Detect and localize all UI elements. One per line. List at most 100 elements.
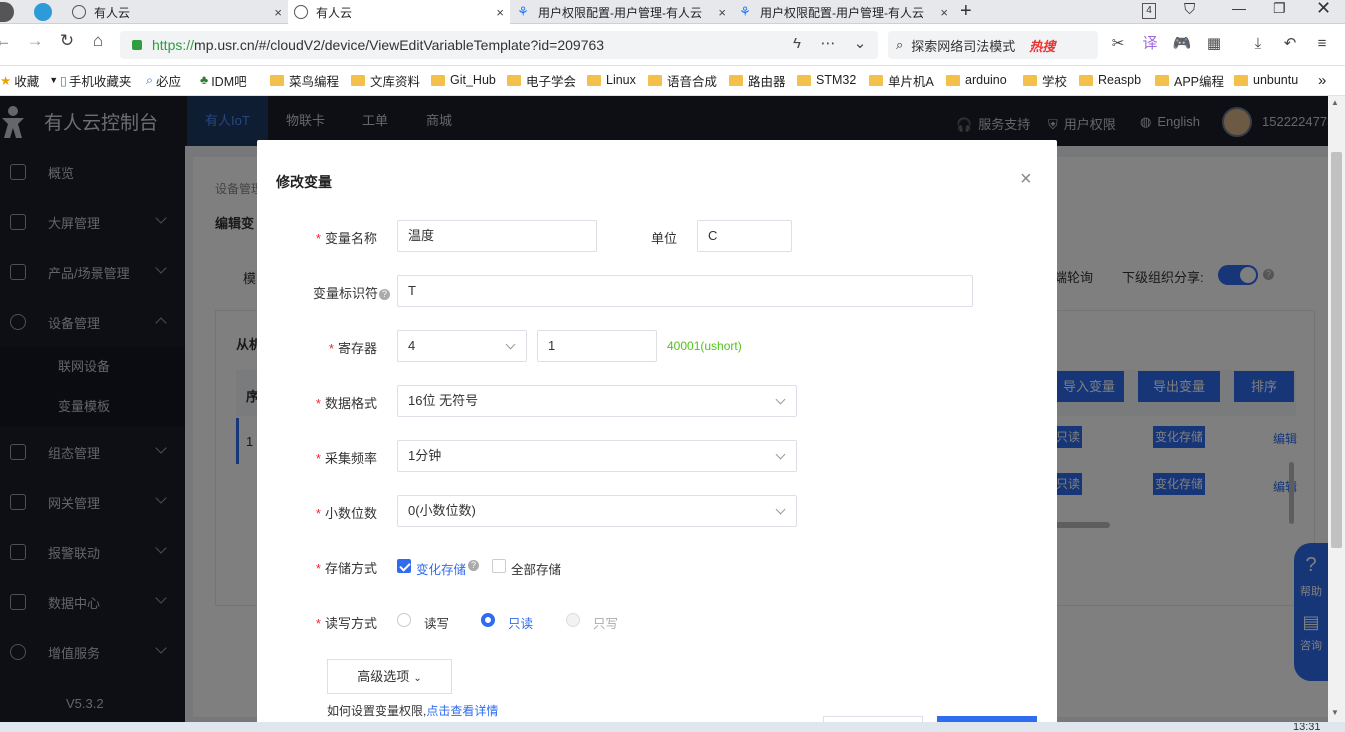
close-icon[interactable]: × [1020, 168, 1032, 191]
label-text: 数据格式 [325, 396, 377, 411]
bookmark-folder[interactable]: Linux [587, 71, 636, 89]
browser-tab-4[interactable]: ⚘ 用户权限配置-用户管理-有人云 × [732, 0, 954, 24]
tab-close-icon[interactable]: × [496, 5, 504, 20]
apps-grid-icon[interactable]: ▦ [1204, 34, 1224, 54]
dialog-title: 修改变量 [276, 172, 332, 192]
minimize-button[interactable]: — [1232, 0, 1246, 16]
tab-close-icon[interactable]: × [940, 5, 948, 20]
bookmark-label: arduino [965, 73, 1007, 87]
download-icon[interactable]: ⤓ [1248, 34, 1268, 54]
gamepad-icon[interactable]: 🎮 [1172, 34, 1192, 54]
advanced-options-button[interactable]: 高级选项⌄ [327, 659, 452, 694]
bookmarks-more-button[interactable]: » [1318, 71, 1326, 89]
close-window-button[interactable]: ✕ [1316, 0, 1331, 19]
bookmark-folder[interactable]: 路由器 [729, 71, 786, 89]
forward-button[interactable]: → [24, 30, 46, 52]
decimal-places-select[interactable]: 0(小数位数) [397, 495, 797, 527]
read-write-radio[interactable] [397, 613, 411, 627]
folder-icon [270, 75, 284, 86]
storage-change-label[interactable]: 变化存储 [416, 559, 466, 578]
bookmark-folder[interactable]: 电子学会 [507, 71, 576, 89]
details-link[interactable]: 点击查看详情 [426, 704, 498, 718]
search-box[interactable]: ⌕ 探索网络司法模式 热搜 [888, 31, 1098, 59]
undo-icon[interactable]: ↶ [1280, 34, 1300, 54]
home-button[interactable]: ⌂ [87, 30, 109, 52]
tab-close-icon[interactable]: × [274, 5, 282, 20]
scroll-up-arrow[interactable]: ▲ [1331, 98, 1339, 107]
tab-title: 用户权限配置-用户管理-有人云 [538, 4, 714, 21]
storage-all-label[interactable]: 全部存储 [511, 559, 561, 578]
browser-tab-1[interactable]: 有人云 × [66, 0, 288, 24]
tab-title: 用户权限配置-用户管理-有人云 [760, 4, 936, 21]
identifier-input[interactable]: T [397, 275, 973, 307]
address-bar[interactable]: https:// mp.usr.cn/#/cloudV2/device/View… [120, 31, 878, 59]
bookmark-label: 收藏 [14, 71, 39, 90]
scrollbar-thumb[interactable] [1331, 152, 1342, 548]
storage-change-checkbox[interactable] [397, 559, 411, 573]
variable-name-input[interactable]: 温度 [397, 220, 597, 252]
bookmark-label: Reaspb [1098, 73, 1141, 87]
bookmark-folder[interactable]: unbuntu [1234, 71, 1298, 89]
browser-tab-3[interactable]: ⚘ 用户权限配置-用户管理-有人云 × [510, 0, 732, 24]
help-text: 如何设置变量权限, [327, 704, 426, 718]
bookmark-folder[interactable]: 语音合成 [648, 71, 717, 89]
telegram-icon[interactable] [34, 3, 52, 21]
scroll-down-arrow[interactable]: ▼ [1331, 708, 1339, 717]
bookmark-favorites[interactable]: ★收藏▼ [0, 71, 58, 89]
translate-icon[interactable]: 译 [1140, 34, 1160, 54]
read-write-option-label[interactable]: 读写 [424, 613, 449, 632]
bookmark-folder[interactable]: Reaspb [1079, 71, 1141, 89]
chevron-down-icon[interactable]: ⌄ [850, 34, 870, 54]
bookmark-bing[interactable]: ⌕必应 [146, 71, 181, 89]
reload-button[interactable]: ↻ [56, 30, 78, 52]
tab-close-icon[interactable]: × [718, 5, 726, 20]
restore-button[interactable]: ❐ [1273, 0, 1286, 17]
select-value: 4 [408, 338, 415, 353]
folder-icon [1234, 75, 1248, 86]
menu-icon[interactable]: ≡ [1312, 34, 1332, 54]
bookmark-folder[interactable]: APP编程 [1155, 71, 1224, 89]
bookmark-label: 必应 [156, 71, 181, 90]
lightning-icon[interactable]: ϟ [787, 34, 807, 54]
label-text: 小数位数 [325, 506, 377, 521]
bookmark-folder[interactable]: 文库资料 [351, 71, 420, 89]
bookmark-label: 电子学会 [526, 71, 576, 90]
bookmark-folder[interactable]: 菜鸟编程 [270, 71, 339, 89]
taskbar-clock[interactable]: 13:31 [1293, 723, 1321, 732]
bookmark-label: Git_Hub [450, 73, 496, 87]
search-icon: ⌕ [146, 73, 153, 88]
unit-input[interactable]: C [697, 220, 792, 252]
bookmark-folder[interactable]: STM32 [797, 71, 856, 89]
collect-frequency-select[interactable]: 1分钟 [397, 440, 797, 472]
folder-icon [587, 75, 601, 86]
folder-icon [648, 75, 662, 86]
shirt-icon[interactable]: ⛉ [1184, 1, 1195, 18]
register-address-input[interactable]: 1 [537, 330, 657, 362]
bookmark-idm[interactable]: ♣IDM吧 [200, 71, 247, 89]
read-only-radio[interactable] [481, 613, 495, 627]
bookmark-label: IDM吧 [211, 71, 246, 90]
browser-tab-2[interactable]: 有人云 × [288, 0, 510, 24]
help-icon[interactable]: ? [379, 289, 390, 300]
bookmark-folder[interactable]: 单片机A [869, 71, 934, 89]
bookmark-folder[interactable]: arduino [946, 71, 1007, 89]
tab-count-badge[interactable]: 4 [1142, 3, 1156, 19]
phone-icon: ▯ [60, 73, 67, 88]
more-icon[interactable]: ⋯ [818, 34, 838, 54]
scissors-icon[interactable]: ✂ [1108, 34, 1128, 54]
read-only-option-label[interactable]: 只读 [508, 613, 533, 632]
new-tab-button[interactable]: + [960, 0, 972, 22]
label-text: 存储方式 [325, 561, 377, 576]
bookmark-mobile[interactable]: ▯手机收藏夹 [60, 71, 131, 89]
help-icon[interactable]: ? [468, 560, 479, 571]
chevron-down-icon [776, 505, 786, 515]
hot-search-label[interactable]: 热搜 [1029, 36, 1055, 55]
back-button[interactable]: ← [0, 30, 14, 52]
storage-all-checkbox[interactable] [492, 559, 506, 573]
register-type-select[interactable]: 4 [397, 330, 527, 362]
folder-icon [351, 75, 365, 86]
bookmark-folder[interactable]: Git_Hub [431, 71, 496, 89]
bookmark-label: unbuntu [1253, 73, 1298, 87]
bookmark-folder[interactable]: 学校 [1023, 71, 1067, 89]
data-format-select[interactable]: 16位 无符号 [397, 385, 797, 417]
